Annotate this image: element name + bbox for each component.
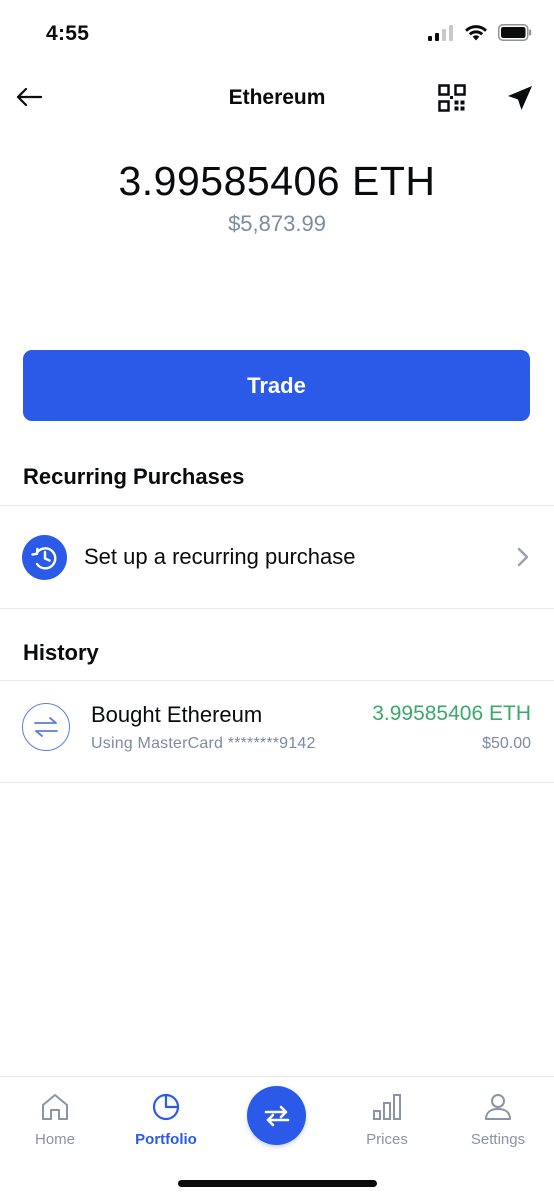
transfer-arrows-icon: [22, 703, 70, 751]
setup-recurring-purchase-row[interactable]: Set up a recurring purchase: [0, 506, 554, 608]
page-title: Ethereum: [228, 86, 326, 109]
tab-home[interactable]: Home: [5, 1091, 105, 1148]
recurring-clock-icon: [22, 535, 67, 580]
status-icons: [428, 24, 532, 41]
history-item-title: Bought Ethereum: [91, 702, 263, 727]
chevron-right-icon: [517, 547, 529, 567]
recurring-row-label: Set up a recurring purchase: [84, 544, 356, 569]
send-button[interactable]: [505, 83, 535, 113]
home-indicator: [178, 1180, 377, 1187]
trade-tab-button[interactable]: [247, 1086, 306, 1145]
battery-icon: [498, 24, 532, 41]
tab-portfolio[interactable]: Portfolio: [116, 1091, 216, 1148]
qr-code-icon: [438, 84, 466, 112]
balance-summary: 3.99585406 ETH $5,873.99: [0, 158, 554, 237]
tab-portfolio-label: Portfolio: [135, 1131, 197, 1148]
wifi-icon: [465, 25, 487, 41]
fiat-balance: $5,873.99: [228, 211, 326, 236]
person-icon: [485, 1094, 511, 1120]
status-time: 4:55: [46, 22, 90, 45]
history-item-fiat: $50.00: [482, 735, 531, 752]
crypto-balance: 3.99585406 ETH: [118, 158, 436, 204]
nav-bar: Ethereum: [0, 70, 554, 126]
tab-prices-label: Prices: [366, 1131, 408, 1148]
pie-chart-icon: [152, 1093, 180, 1121]
history-item-subtitle: Using MasterCard ********9142: [91, 735, 316, 752]
history-heading: History: [23, 640, 99, 665]
tab-settings[interactable]: Settings: [448, 1091, 548, 1148]
bar-chart-icon: [373, 1094, 401, 1120]
divider: [0, 782, 554, 783]
tab-settings-label: Settings: [470, 1131, 526, 1148]
swap-arrows-icon: [264, 1105, 289, 1126]
qr-code-button[interactable]: [438, 84, 466, 112]
divider: [0, 608, 554, 609]
status-bar: 4:55: [0, 0, 554, 70]
signal-icon: [428, 24, 453, 41]
trade-button[interactable]: Trade: [23, 350, 530, 421]
tab-prices[interactable]: Prices: [337, 1091, 437, 1148]
send-icon: [508, 86, 532, 110]
history-item-amount: 3.99585406 ETH: [372, 702, 531, 725]
history-item[interactable]: Bought Ethereum Using MasterCard *******…: [0, 681, 554, 782]
tab-home-label: Home: [34, 1131, 75, 1148]
recurring-purchases-heading: Recurring Purchases: [23, 464, 245, 489]
home-icon: [42, 1094, 68, 1120]
